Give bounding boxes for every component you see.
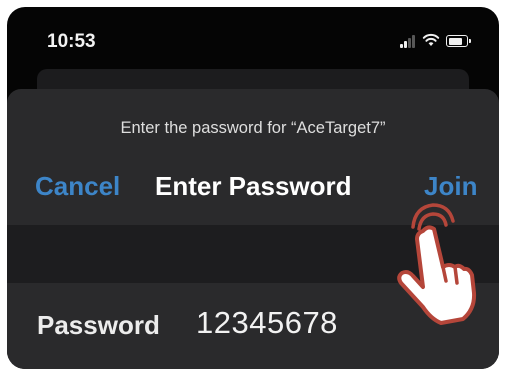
wifi-icon [422, 33, 440, 46]
network-password-prompt: Enter the password for “AceTarget7” [120, 119, 386, 137]
cellular-signal-icon [400, 34, 416, 48]
battery-icon [446, 35, 471, 47]
sheet-title: Enter Password [155, 171, 352, 201]
status-bar: 10:53 [7, 7, 499, 77]
cancel-button[interactable]: Cancel [35, 171, 120, 202]
phone-screen: 10:53 Enter the password for “AceTarget7… [7, 7, 499, 369]
tap-hand-icon [397, 203, 477, 325]
password-input[interactable]: 12345678 [196, 305, 338, 341]
status-time: 10:53 [47, 31, 96, 52]
password-label: Password [37, 310, 160, 340]
